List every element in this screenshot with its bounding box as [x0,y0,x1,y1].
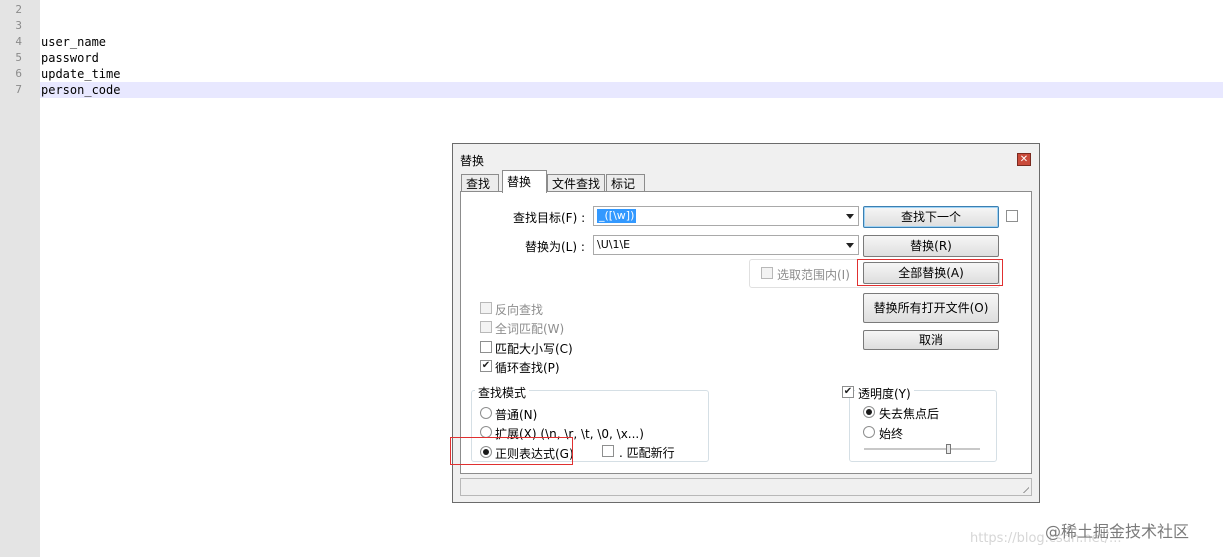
cancel-button[interactable]: 取消 [863,330,999,350]
always-radio[interactable] [863,426,875,438]
chevron-down-icon[interactable] [846,243,854,248]
highlight-box [857,259,1003,286]
status-bar [460,478,1032,496]
replace-dialog: 替换 ✕ 查找 替换 文件查找 标记 查找目标(F) : _([\w]) 替换为… [450,143,1040,503]
tab-find-in-files[interactable]: 文件查找 [547,174,605,192]
line-number: 5 [15,51,22,64]
normal-mode-radio[interactable] [480,407,492,419]
current-line-highlight [40,82,1223,98]
whole-word-label: 全词匹配(W) [495,322,565,336]
dot-matches-newline-checkbox[interactable] [602,445,614,457]
always-label: 始终 [879,427,904,441]
line-number: 4 [15,35,22,48]
find-next-button[interactable]: 查找下一个 [863,206,999,228]
find-what-combo[interactable]: _([\w]) [593,206,859,226]
search-mode-title: 查找模式 [475,384,530,401]
line-number: 2 [15,3,22,16]
code-line[interactable]: update_time [41,66,120,82]
line-number-gutter: 2 3 4 5 6 7 [0,0,40,557]
find-label: 查找目标(F) : [513,211,586,225]
replace-button[interactable]: 替换(R) [863,235,999,257]
match-case-checkbox[interactable] [480,341,492,353]
find-next-option-checkbox[interactable] [1006,210,1018,222]
on-lose-focus-radio[interactable] [863,406,875,418]
wrap-around-checkbox[interactable]: ✔ [480,360,492,372]
tab-mark[interactable]: 标记 [606,174,645,192]
dot-matches-newline-label: . 匹配新行 [619,446,675,460]
tab-find[interactable]: 查找 [461,174,499,192]
wrap-around-label: 循环查找(P) [495,361,560,375]
close-icon[interactable]: ✕ [1017,153,1031,166]
highlight-box [450,437,573,465]
chevron-down-icon[interactable] [846,214,854,219]
line-number: 6 [15,67,22,80]
watermark-brand: @稀土掘金技术社区 [1045,522,1190,541]
whole-word-checkbox[interactable] [480,321,492,333]
backward-checkbox[interactable] [480,302,492,314]
line-number: 7 [15,83,22,96]
backward-label: 反向查找 [495,303,544,317]
dialog-title: 替换 [460,154,485,168]
in-selection-label: 选取范围内(I) [777,268,850,282]
match-case-label: 匹配大小写(C) [495,342,573,356]
code-line[interactable]: person_code [41,82,120,98]
normal-mode-label: 普通(N) [495,408,538,422]
transparency-checkbox[interactable]: ✔ [842,386,854,398]
replace-panel: 查找目标(F) : _([\w]) 替换为(L) : \U\1\E 查找下一个 … [450,191,1032,474]
code-line[interactable]: password [41,50,99,66]
transparency-slider-track[interactable] [864,448,980,451]
transparency-title: 透明度(Y) [855,385,914,402]
tab-replace[interactable]: 替换 [502,170,547,193]
resize-grip-icon[interactable] [1021,485,1029,493]
replace-all-open-docs-button[interactable]: 替换所有打开文件(O) [863,293,999,323]
code-line[interactable]: user_name [41,34,106,50]
replace-with-value[interactable]: \U\1\E [597,238,630,252]
replace-with-combo[interactable]: \U\1\E [593,235,859,255]
transparency-slider-thumb[interactable] [946,444,951,454]
on-lose-focus-label: 失去焦点后 [879,407,940,421]
replace-label: 替换为(L) : [525,240,585,254]
dialog-titlebar[interactable]: 替换 ✕ [453,144,1039,170]
find-what-value[interactable]: _([\w]) [597,209,637,223]
in-selection-checkbox[interactable] [761,267,773,279]
line-number: 3 [15,19,22,32]
